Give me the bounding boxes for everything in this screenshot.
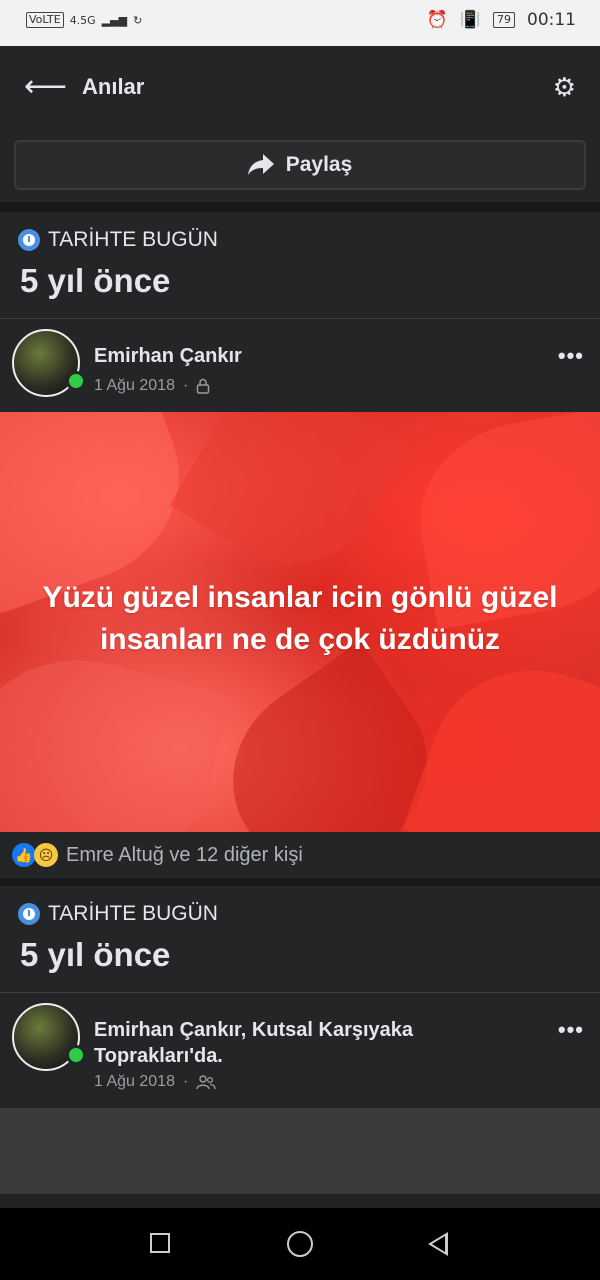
years-ago: 5 yıl önce xyxy=(20,936,171,973)
next-post-image[interactable] xyxy=(0,1108,600,1208)
memory-heading: TARİHTE BUGÜN xyxy=(48,228,218,251)
lock-icon xyxy=(197,378,210,394)
share-section: Paylaş xyxy=(0,132,600,202)
memory-heading: TARİHTE BUGÜN xyxy=(48,902,218,925)
online-indicator xyxy=(66,1045,86,1065)
more-options-icon[interactable]: ••• xyxy=(558,1017,584,1043)
memory-card-2: TARİHTE BUGÜN 5 yıl önce Emirhan Çankır,… xyxy=(0,886,600,1108)
memory-card-1: TARİHTE BUGÜN 5 yıl önce Emirhan Çankır … xyxy=(0,212,600,412)
reactions-text[interactable]: Emre Altuğ ve 12 diğer kişi xyxy=(66,844,303,867)
vibrate-icon: 📳 xyxy=(459,10,481,30)
page-title: Anılar xyxy=(82,74,145,99)
online-indicator xyxy=(66,371,86,391)
like-reaction-icon: 👍 xyxy=(12,843,36,867)
status-bar: VoLTE 4.5G ▂▄▆ ↻ ⏰ 📳 79 00:11 xyxy=(0,0,600,46)
image-preview-strip xyxy=(0,1194,600,1208)
battery-icon: 79 xyxy=(493,12,515,28)
leaf-shape xyxy=(169,412,411,596)
post-image[interactable]: Yüzü güzel insanlar icin gönlü güzel ins… xyxy=(0,412,600,832)
clock-icon xyxy=(18,903,40,925)
post-header: Emirhan Çankır 1 Ağu 2018 · ••• xyxy=(0,319,600,411)
clock-icon xyxy=(18,229,40,251)
share-label: Paylaş xyxy=(285,153,353,176)
reactions-bar[interactable]: 👍 ☹ Emre Altuğ ve 12 diğer kişi xyxy=(0,832,600,878)
back-button[interactable] xyxy=(428,1232,448,1256)
signal-icon: ▂▄▆ xyxy=(101,13,128,27)
share-arrow-icon xyxy=(247,154,274,175)
gear-icon[interactable]: ⚙ xyxy=(553,72,576,102)
post-date[interactable]: 1 Ağu 2018 xyxy=(94,377,175,395)
author-name[interactable]: Emirhan Çankır xyxy=(94,343,534,369)
friends-icon xyxy=(196,1075,216,1090)
memory-header: TARİHTE BUGÜN 5 yıl önce xyxy=(0,212,600,319)
network-type: 4.5G xyxy=(69,13,96,27)
meta-separator: · xyxy=(182,1073,189,1090)
memory-header: TARİHTE BUGÜN 5 yıl önce xyxy=(0,886,600,993)
system-nav-bar xyxy=(0,1208,600,1280)
home-button[interactable] xyxy=(287,1231,313,1257)
clock-time: 00:11 xyxy=(527,10,576,30)
more-options-icon[interactable]: ••• xyxy=(558,343,584,369)
sad-reaction-icon: ☹ xyxy=(34,843,58,867)
app-bar: ⟵ Anılar ⚙ xyxy=(0,46,600,132)
sync-icon: ↻ xyxy=(133,13,143,27)
share-button[interactable]: Paylaş xyxy=(14,140,586,190)
post-header: Emirhan Çankır, Kutsal Karşıyaka Toprakl… xyxy=(0,993,600,1107)
recents-button[interactable] xyxy=(150,1233,170,1253)
post-meta: 1 Ağu 2018 · xyxy=(94,377,210,395)
post-text: Yüzü güzel insanlar icin gönlü güzel ins… xyxy=(42,581,558,656)
author-line[interactable]: Emirhan Çankır, Kutsal Karşıyaka Toprakl… xyxy=(94,1017,534,1069)
leaf-shape xyxy=(0,634,232,832)
post-meta: 1 Ağu 2018 · xyxy=(94,1073,216,1091)
post-date[interactable]: 1 Ağu 2018 xyxy=(94,1073,175,1091)
meta-separator: · xyxy=(182,377,189,394)
back-arrow-icon[interactable]: ⟵ xyxy=(24,72,67,102)
volte-indicator: VoLTE xyxy=(26,12,64,28)
leaf-shape xyxy=(402,640,600,832)
alarm-icon: ⏰ xyxy=(426,10,448,30)
years-ago: 5 yıl önce xyxy=(20,262,171,299)
